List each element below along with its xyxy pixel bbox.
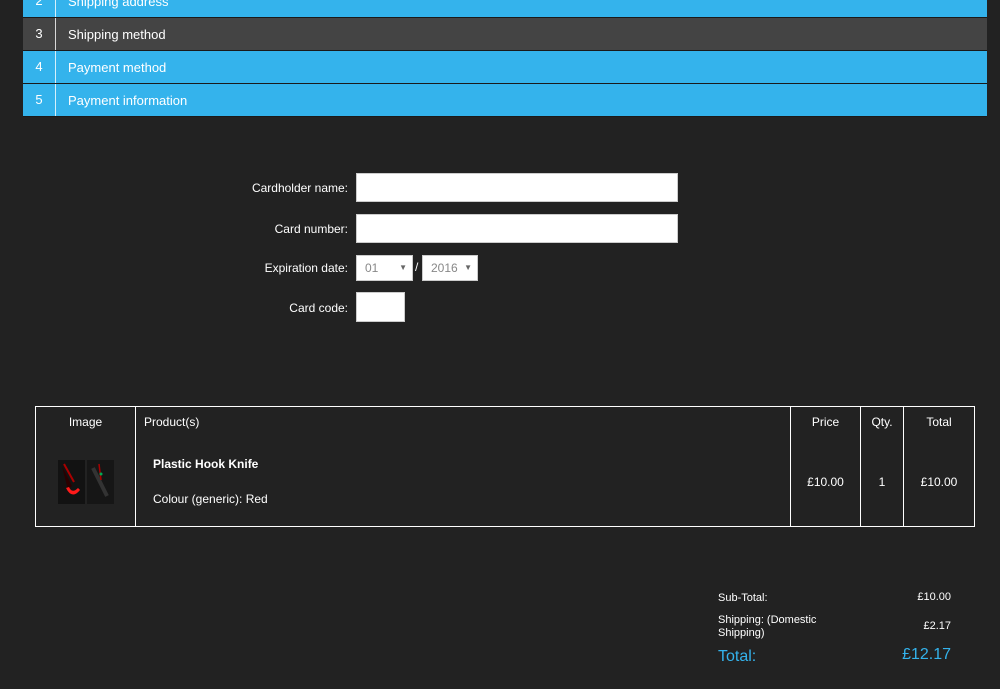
- step-number: 4: [23, 51, 56, 83]
- card-number-label: Card number:: [274, 222, 348, 236]
- step-number: 2: [23, 0, 56, 17]
- total-value: £12.17: [902, 646, 951, 663]
- card-code-label: Card code:: [289, 301, 348, 315]
- chevron-down-icon: ▼: [464, 263, 472, 272]
- product-qty: 1: [860, 437, 904, 527]
- shipping-row: Shipping: (Domestic Shipping) £2.17: [718, 612, 958, 648]
- col-header-total: Total: [903, 406, 975, 437]
- cardholder-name-label: Cardholder name:: [251, 181, 348, 195]
- step-label: Shipping method: [68, 26, 166, 42]
- product-option: Colour (generic): Red: [153, 492, 268, 506]
- col-header-products: Product(s): [135, 406, 791, 437]
- subtotal-row: Sub-Total: £10.00: [718, 590, 958, 612]
- shipping-label: Shipping: (Domestic Shipping): [718, 614, 817, 639]
- step-label: Payment information: [68, 92, 188, 108]
- table-row: Plastic Hook Knife Colour (generic): Red…: [35, 437, 975, 527]
- cart-table: Image Product(s) Price Qty. Total Plasti…: [35, 406, 975, 527]
- product-price: £10.00: [790, 437, 861, 527]
- checkout-steps: 2 Shipping address 3 Shipping method 4 P…: [23, 0, 987, 117]
- product-name[interactable]: Plastic Hook Knife: [153, 457, 789, 471]
- step-label: Payment method: [68, 59, 167, 75]
- chevron-down-icon: ▼: [399, 263, 407, 272]
- product-total: £10.00: [903, 437, 975, 527]
- product-details-cell: Plastic Hook Knife Colour (generic): Red: [135, 437, 791, 527]
- exp-month-select[interactable]: 01 ▼: [356, 255, 413, 281]
- step-payment-method[interactable]: 4 Payment method: [23, 51, 987, 84]
- subtotal-value: £10.00: [917, 591, 951, 603]
- exp-separator: /: [415, 260, 419, 274]
- exp-year-value: 2016: [431, 261, 458, 275]
- subtotal-label: Sub-Total:: [718, 592, 768, 604]
- exp-year-select[interactable]: 2016 ▼: [422, 255, 478, 281]
- col-header-price: Price: [790, 406, 861, 437]
- product-image-cell: [35, 437, 136, 527]
- col-header-qty: Qty.: [860, 406, 904, 437]
- step-number: 3: [23, 18, 56, 50]
- step-number: 5: [23, 84, 56, 116]
- cardholder-name-input[interactable]: [356, 173, 678, 202]
- checkout-page: 2 Shipping address 3 Shipping method 4 P…: [0, 0, 1000, 689]
- shipping-value: £2.17: [923, 620, 951, 632]
- step-label: Shipping address: [68, 0, 169, 9]
- knife-image-right: [86, 459, 114, 504]
- card-code-input[interactable]: [356, 292, 405, 322]
- card-number-input[interactable]: [356, 214, 678, 243]
- knife-image-left: [57, 459, 85, 504]
- step-shipping-address[interactable]: 2 Shipping address: [23, 0, 987, 18]
- expiration-date-label: Expiration date:: [264, 261, 348, 275]
- product-thumbnail[interactable]: [57, 459, 114, 504]
- total-row: Total: £12.17: [718, 646, 958, 672]
- total-label: Total:: [718, 648, 757, 665]
- order-totals: Sub-Total: £10.00 Shipping: (Domestic Sh…: [718, 590, 958, 672]
- col-header-image: Image: [35, 406, 136, 437]
- step-payment-information[interactable]: 5 Payment information: [23, 84, 987, 117]
- exp-month-value: 01: [365, 261, 379, 275]
- cart-header-row: Image Product(s) Price Qty. Total: [35, 406, 975, 437]
- step-shipping-method[interactable]: 3 Shipping method: [23, 18, 987, 51]
